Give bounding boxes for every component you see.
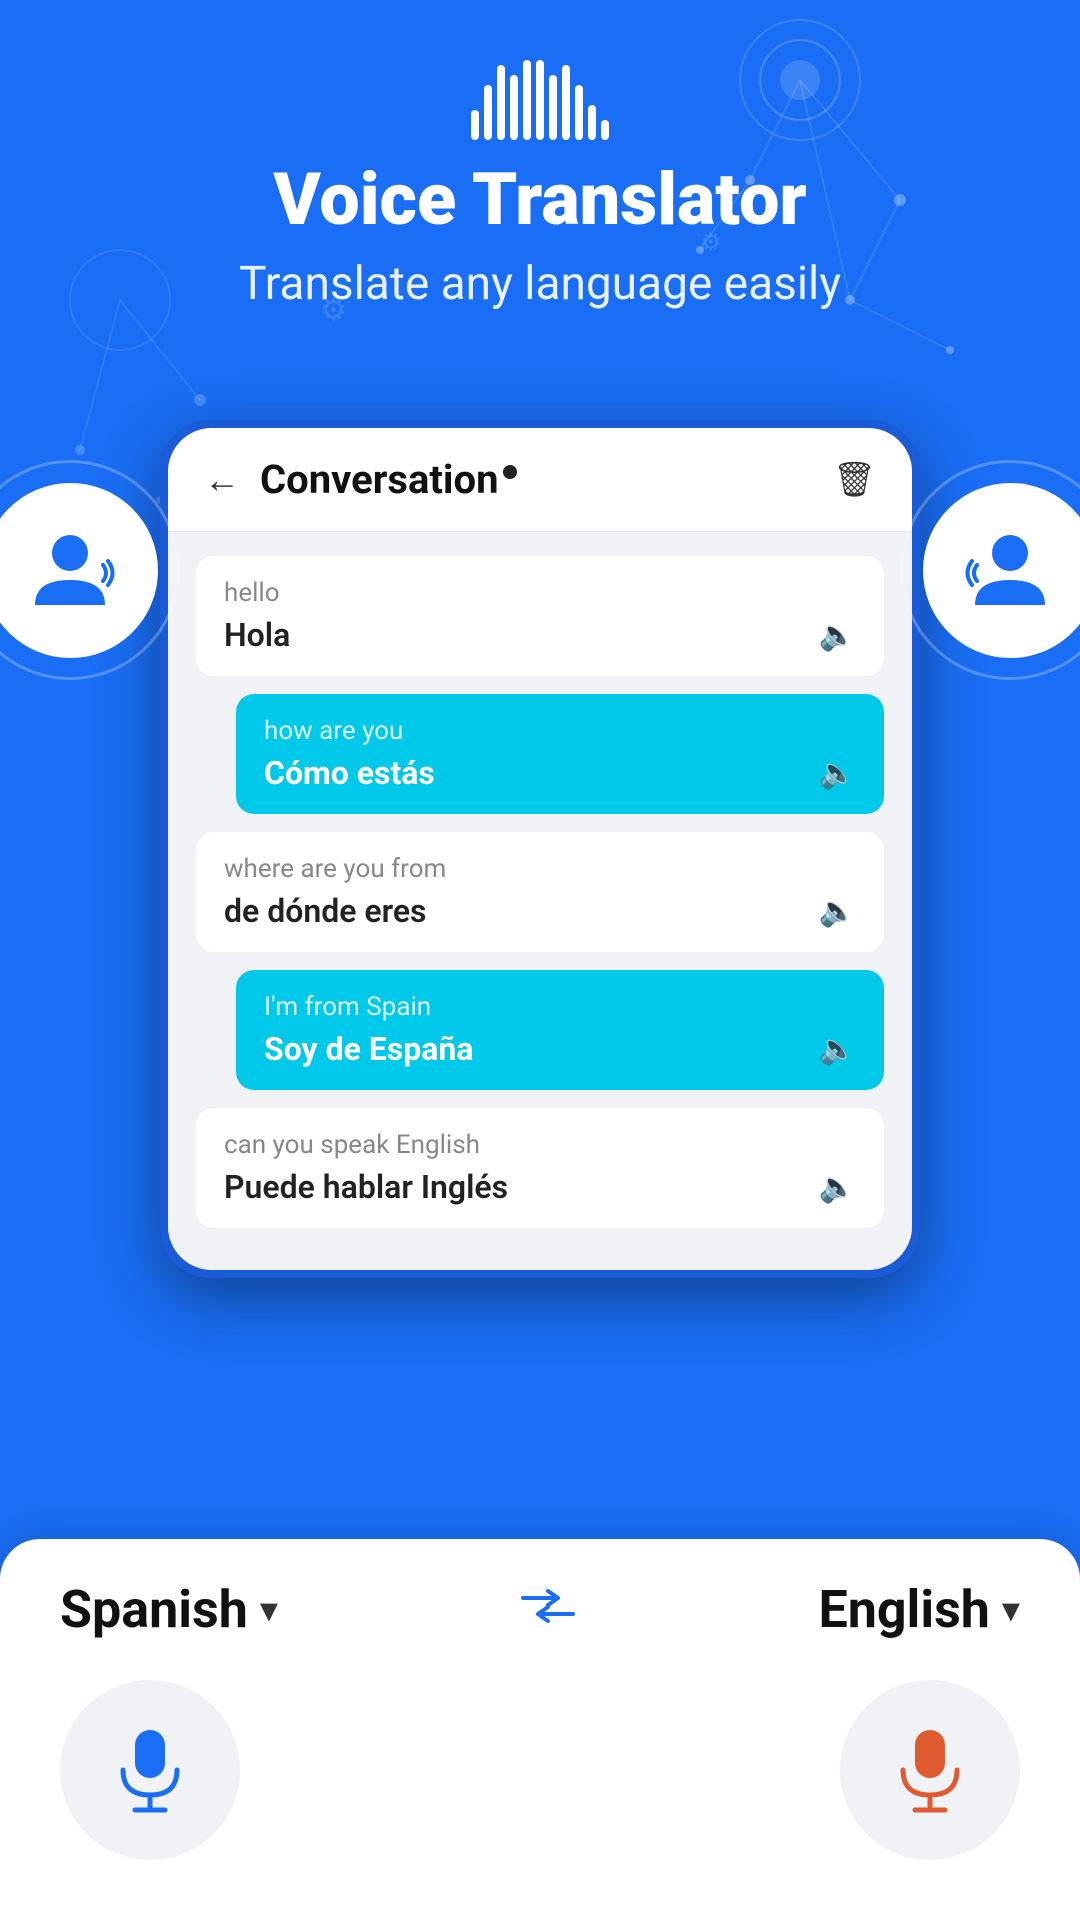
back-button[interactable]: ← [204,459,240,501]
waveform-icon [0,60,1080,140]
msg-5-translated-row: Puede hablar Inglés 🔈 [224,1168,856,1206]
app-bar: ← Conversation 🗑 [168,428,912,532]
phone-outer-frame: ← Conversation 🗑 hello Hola 🔈 [160,420,920,1278]
msg-2-original: how are you [264,716,856,746]
msg-4-translated: Soy de España [264,1030,473,1068]
spanish-chevron-icon: ▾ [260,1589,278,1631]
person-right-icon [965,525,1055,615]
wave-bar-3 [497,65,505,140]
avatar-left [0,483,158,658]
avatar-right [923,483,1080,658]
msg-5-speaker-icon[interactable]: 🔈 [819,1170,856,1205]
mic-left-icon [115,1725,185,1815]
avatar-left-outer-ring [0,460,180,680]
wave-bar-7 [549,75,557,140]
msg-4-translated-row: Soy de España 🔈 [264,1030,856,1068]
wave-bar-11 [601,120,609,140]
mic-left-button[interactable] [60,1680,240,1860]
phone-mockup: ← Conversation 🗑 hello Hola 🔈 [160,420,920,1278]
bottom-bar: Spanish ▾ English ▾ [0,1539,1080,1920]
spanish-selector[interactable]: Spanish ▾ [60,1579,278,1640]
english-label: English [818,1579,989,1640]
msg-5-original: can you speak English [224,1130,856,1160]
msg-4-speaker-icon[interactable]: 🔈 [819,1032,856,1067]
message-4: I'm from Spain Soy de España 🔈 [236,970,884,1090]
person-left-icon [25,525,115,615]
wave-bar-9 [575,85,583,140]
msg-3-original: where are you from [224,854,856,884]
language-selector-row: Spanish ▾ English ▾ [60,1579,1020,1640]
swap-icon [518,1586,578,1626]
phone-inner-frame: ← Conversation 🗑 hello Hola 🔈 [168,428,912,1270]
msg-1-speaker-icon[interactable]: 🔈 [819,618,856,653]
app-title: Voice Translator [0,160,1080,239]
avatar-right-outer-ring [900,460,1080,680]
english-chevron-icon: ▾ [1002,1589,1020,1631]
msg-2-translated: Cómo estás [264,754,435,792]
message-5: can you speak English Puede hablar Inglé… [196,1108,884,1228]
conversation-title: Conversation [260,456,833,503]
app-subtitle: Translate any language easily [0,255,1080,315]
wave-bar-8 [562,65,570,140]
avatar-right-wrapper [900,460,1080,680]
wave-bar-5 [523,60,531,140]
wave-bar-2 [484,85,492,140]
msg-2-speaker-icon[interactable]: 🔈 [819,756,856,791]
msg-3-translated: de dónde eres [224,892,426,930]
msg-5-translated: Puede hablar Inglés [224,1168,508,1206]
msg-1-translated-row: Hola 🔈 [224,616,856,654]
message-2: how are you Cómo estás 🔈 [236,694,884,814]
msg-1-original: hello [224,578,856,608]
spanish-label: Spanish [60,1579,248,1640]
chat-area: hello Hola 🔈 how are you Cómo estás 🔈 [168,532,912,1270]
msg-3-translated-row: de dónde eres 🔈 [224,892,856,930]
msg-2-translated-row: Cómo estás 🔈 [264,754,856,792]
msg-4-original: I'm from Spain [264,992,856,1022]
delete-button[interactable]: 🗑 [833,460,876,500]
wave-bar-4 [510,75,518,140]
msg-1-translated: Hola [224,616,290,654]
header: Voice Translator Translate any language … [0,0,1080,315]
avatar-left-wrapper [0,460,180,680]
message-3: where are you from de dónde eres 🔈 [196,832,884,952]
wave-bar-1 [471,110,479,140]
wave-bar-6 [536,60,544,140]
msg-3-speaker-icon[interactable]: 🔈 [819,894,856,929]
notification-dot [503,465,517,479]
wave-bar-10 [588,105,596,140]
mic-right-icon [895,1725,965,1815]
english-selector[interactable]: English ▾ [818,1579,1020,1640]
microphone-row [60,1680,1020,1860]
message-1: hello Hola 🔈 [196,556,884,676]
swap-languages-button[interactable] [518,1581,578,1638]
mic-right-button[interactable] [840,1680,1020,1860]
